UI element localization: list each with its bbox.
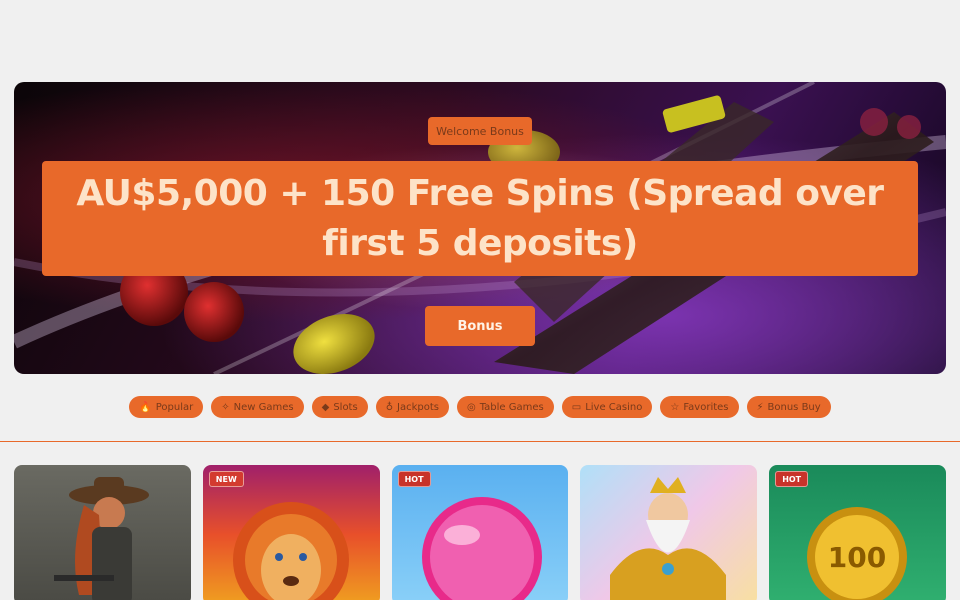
game-card-cowgirl[interactable] <box>14 465 191 600</box>
category-label: Jackpots <box>397 401 439 413</box>
category-label: Bonus Buy <box>767 401 821 413</box>
hero-title-box: AU$5,000 + 150 Free Spins (Spread over f… <box>42 161 918 276</box>
category-label: Slots <box>333 401 358 413</box>
game-thumbnail <box>610 477 727 600</box>
bolt-icon: ⚡ <box>756 401 764 413</box>
category-label: New Games <box>233 401 294 413</box>
category-bonus-buy[interactable]: ⚡ Bonus Buy <box>746 396 831 418</box>
category-jackpots[interactable]: ♁ Jackpots <box>375 396 449 418</box>
category-nav: 🔥 Popular ✧ New Games ◆ Slots ♁ Jackpots ◎ Ta… <box>0 396 960 420</box>
diamond-icon: ◆ <box>321 401 330 413</box>
hero-banner: Welcome Bonus AU$5,000 + 150 Free Spins … <box>14 82 946 374</box>
category-new-games[interactable]: ✧ New Games <box>211 396 304 418</box>
star-icon: ☆ <box>670 401 680 413</box>
fire-icon: 🔥 <box>139 401 152 413</box>
category-favorites[interactable]: ☆ Favorites <box>660 396 739 418</box>
hot-badge: HOT <box>775 471 809 487</box>
video-icon: ▭ <box>571 401 582 413</box>
category-label: Popular <box>155 401 194 413</box>
new-badge: NEW <box>208 471 244 487</box>
section-divider <box>0 441 960 442</box>
category-table-games[interactable]: ◎ Table Games <box>456 396 554 418</box>
welcome-bonus-label: Welcome Bonus <box>428 117 532 145</box>
game-card-lion[interactable]: NEW <box>202 465 380 600</box>
bonus-button[interactable]: Bonus <box>425 306 535 346</box>
category-label: Live Casino <box>585 401 643 413</box>
game-card-candy[interactable]: HOT <box>391 465 569 600</box>
trophy-icon: ♁ <box>385 401 394 413</box>
category-label: Table Games <box>479 401 544 413</box>
category-live-casino[interactable]: ▭ Live Casino <box>561 396 653 418</box>
game-card-zeus[interactable] <box>580 465 758 600</box>
hot-badge: HOT <box>397 471 431 487</box>
game-card-coin[interactable]: 100 HOT <box>769 465 946 600</box>
sparkle-icon: ✧ <box>221 401 230 413</box>
category-label: Favorites <box>683 401 729 413</box>
game-grid: NEW HOT 100 HOT <box>14 465 946 600</box>
chip-icon: ◎ <box>466 401 476 413</box>
game-thumbnail <box>54 477 149 600</box>
category-popular[interactable]: 🔥 Popular <box>129 396 204 418</box>
svg-text:100: 100 <box>828 541 886 574</box>
category-slots[interactable]: ◆ Slots <box>311 396 368 418</box>
hero-title: AU$5,000 + 150 Free Spins (Spread over f… <box>76 172 884 264</box>
